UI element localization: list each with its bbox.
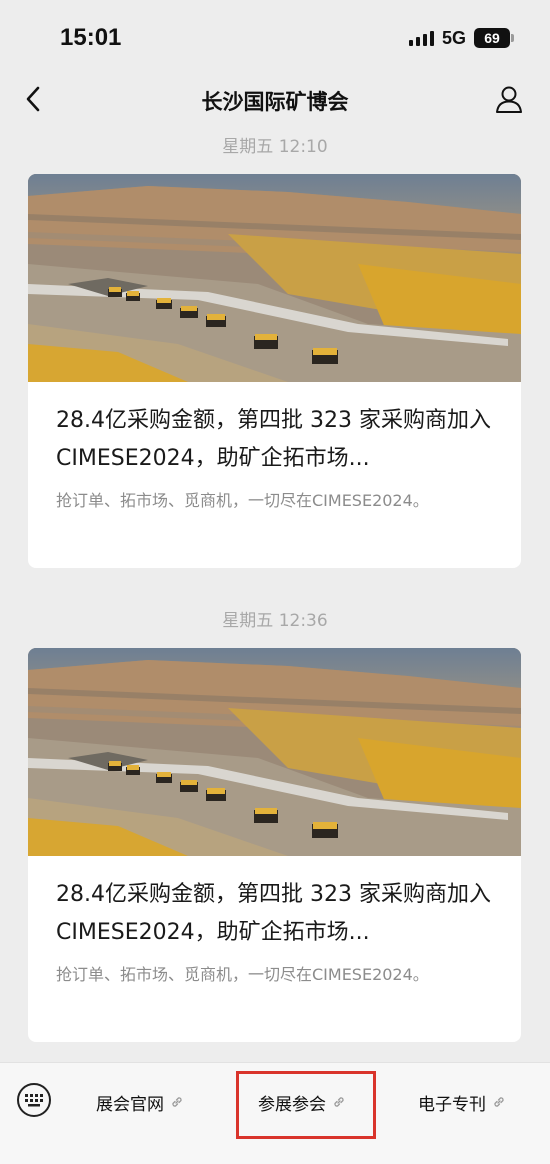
profile-button[interactable] — [492, 82, 526, 116]
article-card[interactable]: 28.4亿采购金额，第四批 323 家采购商加入 CIMESE2024，助矿企拓… — [28, 648, 521, 1042]
menu-item-exhibit-attend[interactable]: 参展参会 — [258, 1087, 346, 1117]
status-indicators: 5G 69 — [408, 26, 514, 50]
battery-level: 69 — [484, 30, 500, 46]
article-title: 28.4亿采购金额，第四批 323 家采购商加入 CIMESE2024，助矿企拓… — [56, 882, 491, 945]
status-time: 15:01 — [60, 24, 122, 51]
menu-item-label: 展会官网 — [96, 1094, 164, 1115]
keyboard-toggle-button[interactable] — [17, 1083, 51, 1117]
article-description: 抢订单、拓市场、觅商机，一切尽在CIMESE2024。 — [56, 491, 429, 510]
message-timestamp: 星期五 12:10 — [222, 137, 328, 157]
signal-icon — [408, 30, 434, 46]
article-card[interactable]: 28.4亿采购金额，第四批 323 家采购商加入 CIMESE2024，助矿企拓… — [28, 174, 521, 568]
link-icon — [334, 1097, 344, 1107]
page-title: 长沙国际矿博会 — [201, 90, 349, 114]
nav-bar: 长沙国际矿博会 — [0, 72, 550, 128]
link-icon — [494, 1097, 504, 1107]
menu-item-label: 电子专刊 — [418, 1094, 486, 1115]
bottom-menu: 展会官网 参展参会 电子专刊 — [0, 1062, 550, 1164]
article-cover-image — [28, 648, 521, 856]
status-bar: 15:01 5G 69 — [0, 0, 550, 72]
keyboard-icon — [25, 1094, 43, 1107]
menu-item-label: 参展参会 — [258, 1094, 326, 1115]
battery-icon: 69 — [474, 28, 514, 48]
article-description: 抢订单、拓市场、觅商机，一切尽在CIMESE2024。 — [56, 965, 429, 984]
person-icon — [496, 86, 522, 113]
network-type: 5G — [441, 27, 466, 48]
article-title: 28.4亿采购金额，第四批 323 家采购商加入 CIMESE2024，助矿企拓… — [56, 408, 491, 471]
article-cover-image — [28, 174, 521, 382]
link-icon — [172, 1097, 182, 1107]
menu-item-expo-website[interactable]: 展会官网 — [96, 1087, 184, 1117]
menu-item-e-magazine[interactable]: 电子专刊 — [418, 1087, 506, 1117]
message-timestamp: 星期五 12:36 — [222, 611, 328, 631]
